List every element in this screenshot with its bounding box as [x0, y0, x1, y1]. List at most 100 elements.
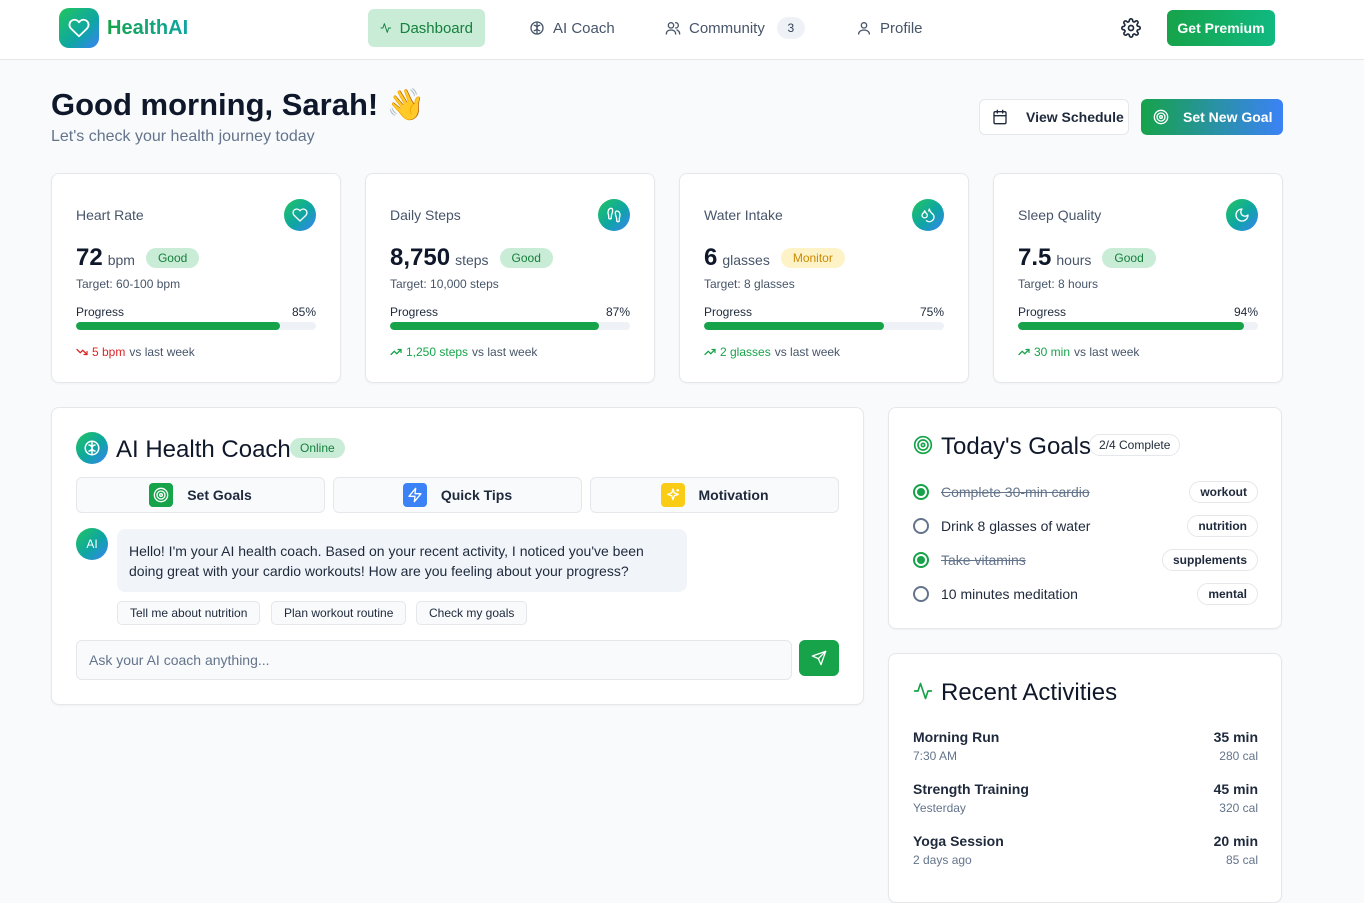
stat-card-water-intake[interactable]: Water Intake 6 glasses Monitor Target: 8… [679, 173, 969, 383]
trend-value: 30 min [1034, 345, 1071, 359]
progress-percent: 85% [291, 305, 316, 319]
nav-community-label: Community [689, 19, 765, 37]
nav-dashboard[interactable]: Dashboard [368, 9, 485, 47]
goal-item[interactable]: Drink 8 glasses of water nutrition [913, 514, 1258, 538]
coach-input[interactable] [76, 640, 792, 680]
progress-bar [390, 322, 630, 330]
user-icon [858, 22, 870, 35]
community-badge: 3 [776, 17, 805, 39]
stat-unit: hours [1056, 252, 1092, 268]
activity-time: 7:30 AM [913, 749, 958, 763]
goal-text: Take vitamins [941, 552, 1026, 568]
stat-unit: bpm [107, 252, 135, 268]
target-icon [1153, 109, 1169, 125]
set-goals-button[interactable]: Set Goals [76, 477, 325, 513]
nav-profile[interactable]: Profile [844, 9, 935, 47]
page-title: Good morning, Sarah! 👋 [51, 87, 426, 122]
motivation-button[interactable]: Motivation [590, 477, 839, 513]
goals-count-badge: 2/4 Complete [1089, 434, 1181, 456]
status-badge: Online [290, 438, 345, 458]
brain-icon [530, 21, 544, 35]
activity-icon [913, 682, 933, 700]
suggestion-chip[interactable]: Check my goals [416, 601, 528, 625]
target-icon [913, 435, 933, 455]
trending-up-icon [390, 348, 402, 356]
activity-duration: 20 min [1213, 833, 1258, 849]
list-item[interactable]: Strength Training Yesterday 45 min 320 c… [913, 781, 1258, 821]
goal-text: Drink 8 glasses of water [941, 518, 1091, 534]
stat-card-daily-steps[interactable]: Daily Steps 8,750 steps Good Target: 10,… [365, 173, 655, 383]
goal-item[interactable]: 10 minutes meditation mental [913, 582, 1258, 606]
stat-card-heart-rate[interactable]: Heart Rate 72 bpm Good Target: 60-100 bp… [51, 173, 341, 383]
goal-text: 10 minutes meditation [941, 586, 1078, 602]
send-button[interactable] [799, 640, 839, 676]
goal-tag: workout [1189, 481, 1258, 503]
list-item[interactable]: Yoga Session 2 days ago 20 min 85 cal [913, 833, 1258, 873]
view-schedule-button[interactable]: View Schedule [979, 99, 1129, 135]
status-badge: Monitor [780, 248, 845, 268]
goal-item[interactable]: Complete 30-min cardio workout [913, 480, 1258, 504]
droplets-icon [921, 208, 935, 223]
stat-icon-wrap [598, 199, 630, 231]
stat-value-row: 7.5 hours Good [1018, 244, 1156, 272]
ai-coach-panel: AI Health Coach Online Set Goals Quick T… [51, 407, 864, 705]
get-premium-button[interactable]: Get Premium [1167, 10, 1275, 46]
activity-name: Strength Training [913, 781, 1029, 797]
recent-activities-panel: Recent Activities Morning Run 7:30 AM 35… [888, 653, 1282, 903]
stat-trend: 30 min vs last week [1018, 345, 1139, 359]
activity-name: Morning Run [913, 729, 1000, 745]
trend-text: vs last week [472, 345, 538, 359]
users-icon [665, 22, 681, 35]
progress-label: Progress [1018, 305, 1067, 319]
activity-duration: 45 min [1213, 781, 1258, 797]
nav-dashboard-label: Dashboard [399, 19, 473, 37]
suggestion-chip[interactable]: Tell me about nutrition [117, 601, 261, 625]
goal-checkbox[interactable] [913, 586, 929, 602]
activity-icon [380, 23, 392, 33]
goal-checkbox[interactable] [913, 484, 929, 500]
list-item[interactable]: Morning Run 7:30 AM 35 min 280 cal [913, 729, 1258, 769]
quick-tips-button[interactable]: Quick Tips [333, 477, 582, 513]
stat-unit: steps [455, 252, 489, 268]
activity-time: Yesterday [913, 801, 966, 815]
stat-target: Target: 8 hours [1018, 277, 1099, 291]
goals-panel: Today's Goals 2/4 Complete Complete 30-m… [888, 407, 1282, 629]
nav-ai-coach[interactable]: AI Coach [517, 9, 627, 47]
stat-title: Sleep Quality [1018, 207, 1102, 223]
target-icon [149, 483, 174, 507]
progress-fill [1018, 322, 1244, 330]
goal-tag: nutrition [1187, 515, 1258, 537]
activity-name: Yoga Session [913, 833, 1004, 849]
progress-percent: 75% [919, 305, 944, 319]
goal-checkbox[interactable] [913, 552, 929, 568]
coach-icon-wrap [76, 432, 108, 464]
stat-title: Water Intake [704, 207, 783, 223]
view-schedule-label: View Schedule [1026, 109, 1124, 125]
stat-value-row: 6 glasses Monitor [704, 244, 845, 272]
stat-card-sleep-quality[interactable]: Sleep Quality 7.5 hours Good Target: 8 h… [993, 173, 1283, 383]
nav-ai-coach-label: AI Coach [553, 19, 615, 37]
goal-item[interactable]: Take vitamins supplements [913, 548, 1258, 572]
trending-up-icon [704, 348, 716, 356]
zap-icon [402, 483, 427, 507]
send-icon [811, 650, 827, 666]
set-new-goal-label: Set New Goal [1183, 109, 1273, 125]
nav-community[interactable]: Community 3 [653, 9, 817, 47]
quick-tips-label: Quick Tips [440, 487, 513, 503]
stat-title: Heart Rate [76, 207, 144, 223]
stat-value: 6 [704, 244, 718, 271]
progress-label: Progress [76, 305, 125, 319]
stat-value: 7.5 [1018, 244, 1052, 271]
logo[interactable] [59, 8, 99, 48]
settings-button[interactable] [1121, 18, 1141, 38]
trend-value: 2 glasses [720, 345, 771, 359]
trend-text: vs last week [1074, 345, 1140, 359]
stat-target: Target: 10,000 steps [390, 277, 499, 291]
goal-checkbox[interactable] [913, 518, 929, 534]
stat-icon-wrap [1226, 199, 1258, 231]
coach-message: Hello! I'm your AI health coach. Based o… [117, 529, 687, 592]
suggestion-chip[interactable]: Plan workout routine [271, 601, 407, 625]
status-badge: Good [1102, 248, 1156, 268]
set-new-goal-button[interactable]: Set New Goal [1141, 99, 1283, 135]
trend-text: vs last week [774, 345, 841, 359]
